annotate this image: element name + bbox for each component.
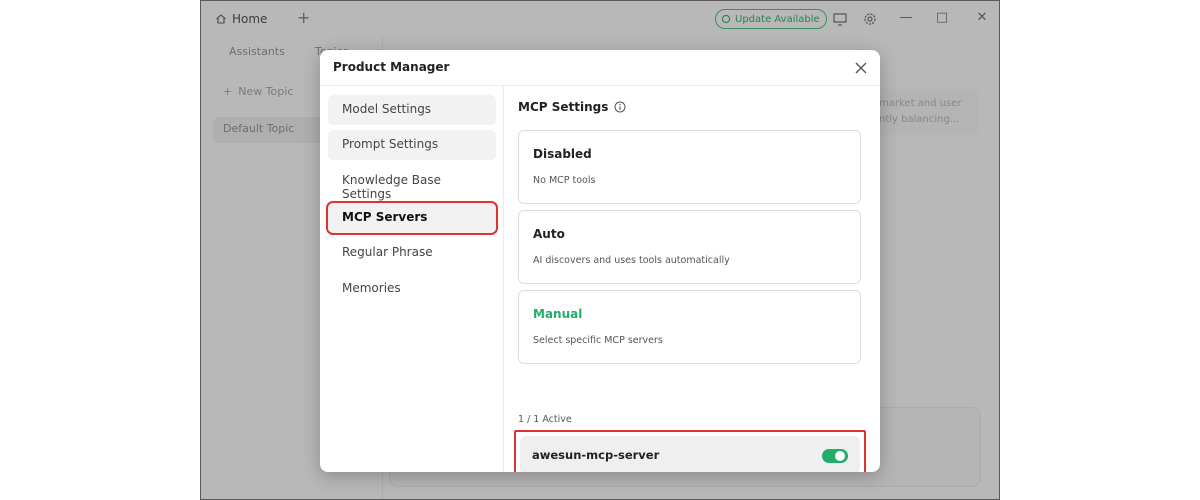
option-description: No MCP tools: [533, 175, 596, 186]
section-title-text: MCP Settings: [518, 100, 609, 114]
option-title: Auto: [533, 227, 565, 241]
mcp-settings-panel: MCP Settings Disabled No MCP tools Auto …: [504, 86, 880, 472]
settings-menu: Model Settings Prompt Settings Knowledge…: [320, 86, 504, 472]
server-highlight-box: awesun-mcp-server: [514, 430, 866, 472]
option-disabled[interactable]: Disabled No MCP tools: [518, 130, 861, 204]
server-row[interactable]: awesun-mcp-server: [520, 436, 860, 472]
menu-item-mcp-servers[interactable]: MCP Servers: [326, 201, 498, 235]
active-count: 1 / 1 Active: [518, 414, 572, 425]
close-icon[interactable]: [852, 59, 870, 77]
option-title: Disabled: [533, 147, 592, 161]
option-manual[interactable]: Manual Select specific MCP servers: [518, 290, 861, 364]
product-manager-dialog: Product Manager Model Settings Prompt Se…: [320, 50, 880, 472]
option-title: Manual: [533, 307, 583, 321]
menu-item-knowledge-base-settings[interactable]: Knowledge Base Settings: [328, 166, 496, 201]
menu-item-model-settings[interactable]: Model Settings: [328, 95, 496, 125]
toggle-knob: [835, 451, 845, 461]
menu-item-regular-phrase[interactable]: Regular Phrase: [328, 238, 496, 268]
server-enabled-toggle[interactable]: [822, 449, 848, 463]
option-auto[interactable]: Auto AI discovers and uses tools automat…: [518, 210, 861, 284]
menu-item-memories[interactable]: Memories: [328, 274, 496, 304]
option-description: AI discovers and uses tools automaticall…: [533, 255, 730, 266]
server-name: awesun-mcp-server: [532, 448, 660, 462]
option-description: Select specific MCP servers: [533, 335, 663, 346]
dialog-header: Product Manager: [320, 50, 880, 86]
dialog-title: Product Manager: [333, 60, 450, 74]
menu-item-prompt-settings[interactable]: Prompt Settings: [328, 130, 496, 160]
info-icon[interactable]: [614, 101, 626, 113]
section-title: MCP Settings: [518, 100, 626, 114]
